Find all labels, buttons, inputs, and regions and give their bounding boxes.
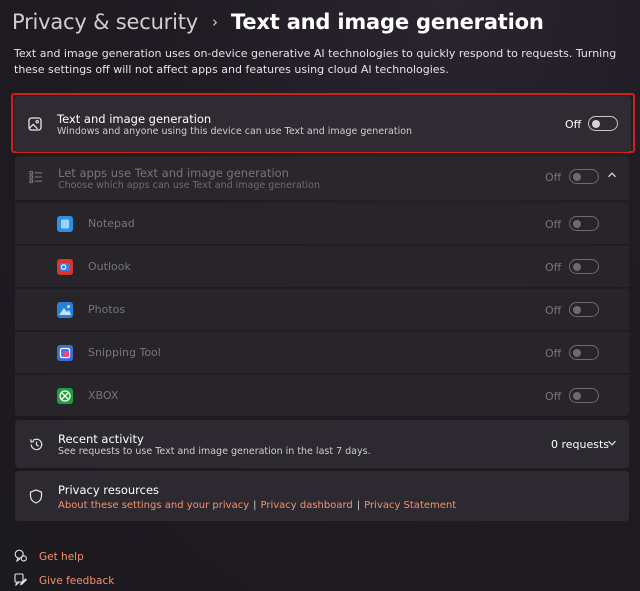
app-name: Outlook	[88, 260, 131, 273]
link-separator: |	[253, 500, 257, 511]
recent-activity-count: 0 requests	[551, 438, 610, 451]
chevron-up-icon[interactable]	[607, 170, 617, 183]
get-help-label: Get help	[39, 550, 84, 563]
apps-panel: Let apps use Text and image generation C…	[15, 156, 629, 416]
outlook-toggle[interactable]	[569, 259, 599, 274]
toggle-knob	[573, 348, 581, 357]
breadcrumb-separator: ›	[212, 13, 219, 31]
privacy-statement-link[interactable]: Privacy Statement	[364, 500, 456, 511]
page-title: Text and image generation	[231, 10, 544, 34]
recent-activity-title: Recent activity	[58, 432, 144, 446]
app-name: Snipping Tool	[88, 346, 161, 359]
toggle-knob	[573, 305, 581, 314]
toggle-knob	[573, 262, 581, 271]
app-row-notepad: Notepad Off	[15, 202, 629, 244]
snipping-tool-icon	[57, 345, 73, 361]
give-feedback-label: Give feedback	[39, 574, 115, 587]
help-icon	[14, 547, 27, 566]
apps-setting-header[interactable]: Let apps use Text and image generation C…	[15, 156, 629, 200]
app-row-snipping-tool: Snipping Tool Off	[15, 331, 629, 373]
history-icon	[28, 436, 44, 452]
about-privacy-link[interactable]: About these settings and your privacy	[58, 500, 249, 511]
xbox-icon	[57, 388, 73, 404]
apps-setting-toggle[interactable]	[569, 169, 599, 184]
app-state: Off	[545, 347, 562, 360]
snipping-tool-toggle[interactable]	[569, 345, 599, 360]
app-state: Off	[545, 390, 562, 403]
app-name: Notepad	[88, 217, 135, 230]
settings-page: Privacy & security › Text and image gene…	[0, 0, 640, 591]
breadcrumb-parent-link[interactable]: Privacy & security	[12, 10, 198, 34]
app-state: Off	[545, 218, 562, 231]
main-setting-card: Text and image generation Windows and an…	[14, 96, 631, 152]
apps-setting-subtitle: Choose which apps can use Text and image…	[58, 180, 320, 191]
image-icon	[27, 116, 43, 132]
notepad-toggle[interactable]	[569, 216, 599, 231]
main-setting-title: Text and image generation	[57, 112, 212, 126]
main-setting-subtitle: Windows and anyone using this device can…	[57, 126, 413, 137]
shield-icon	[28, 488, 44, 504]
outlook-icon	[57, 259, 73, 275]
main-setting-state: Off	[565, 118, 582, 131]
xbox-toggle[interactable]	[569, 388, 599, 403]
app-row-photos: Photos Off	[15, 288, 629, 330]
chevron-down-icon[interactable]	[607, 438, 617, 451]
main-setting-toggle[interactable]	[588, 116, 618, 131]
list-icon	[28, 169, 44, 185]
app-row-outlook: Outlook Off	[15, 245, 629, 287]
app-row-xbox: XBOX Off	[15, 374, 629, 416]
privacy-links: About these settings and your privacy | Pr…	[58, 500, 456, 511]
toggle-knob	[573, 219, 581, 228]
app-state: Off	[545, 261, 562, 274]
privacy-dashboard-link[interactable]: Privacy dashboard	[260, 500, 352, 511]
recent-activity-subtitle: See requests to use Text and image gener…	[58, 446, 371, 457]
app-name: XBOX	[88, 389, 119, 402]
breadcrumb: Privacy & security › Text and image gene…	[12, 6, 544, 38]
give-feedback-link[interactable]: Give feedback	[14, 571, 114, 590]
link-separator: |	[356, 500, 361, 511]
app-state: Off	[545, 304, 562, 317]
app-name: Photos	[88, 303, 126, 316]
toggle-knob	[573, 172, 581, 181]
photos-toggle[interactable]	[569, 302, 599, 317]
notepad-icon	[57, 216, 73, 232]
feedback-icon	[14, 571, 28, 590]
toggle-knob	[592, 119, 600, 128]
apps-setting-title: Let apps use Text and image generation	[58, 166, 289, 180]
apps-setting-state: Off	[545, 171, 562, 184]
privacy-resources-card: Privacy resources About these settings a…	[15, 471, 629, 521]
page-description: Text and image generation uses on-device…	[14, 47, 617, 76]
photos-icon	[57, 302, 73, 318]
recent-activity-card[interactable]: Recent activity See requests to use Text…	[15, 420, 629, 468]
toggle-knob	[573, 391, 581, 400]
get-help-link[interactable]: Get help	[14, 547, 84, 566]
privacy-resources-title: Privacy resources	[58, 483, 160, 497]
